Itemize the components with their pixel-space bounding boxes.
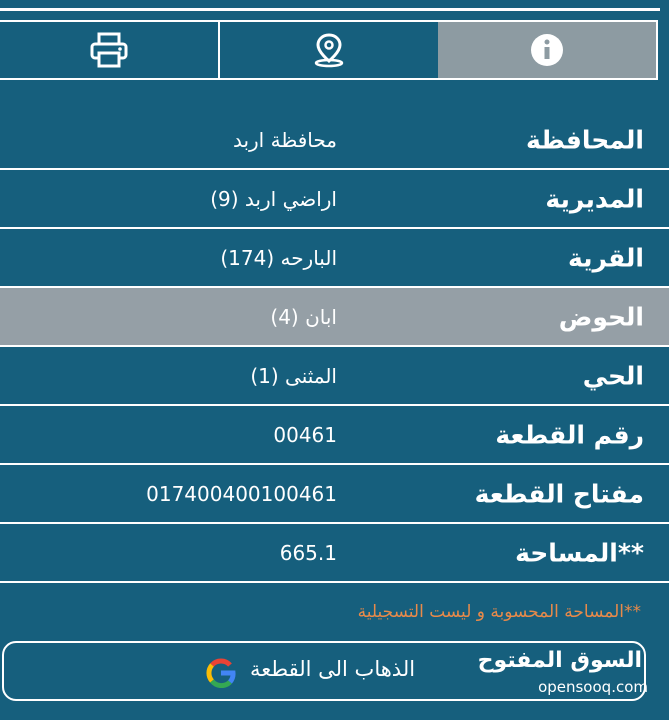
row-value: اراضي اربد (9) <box>210 186 337 211</box>
tab-info[interactable] <box>438 22 656 78</box>
watermark-english: opensooq.com <box>538 678 648 696</box>
tab-bar <box>0 20 658 80</box>
row-value: 00461 <box>273 422 337 447</box>
detail-row: المديرية اراضي اربد (9) <box>0 170 669 229</box>
detail-row: **المساحة 665.1 <box>0 524 669 583</box>
tab-location[interactable] <box>220 22 438 78</box>
detail-row-highlighted: الحوض ابان (4) <box>0 288 669 347</box>
row-label: الحي <box>582 361 644 390</box>
row-label: المديرية <box>545 184 644 213</box>
map-pin-icon <box>311 32 347 68</box>
row-label: الحوض <box>558 302 644 331</box>
detail-row: القرية البارحه (174) <box>0 229 669 288</box>
row-value: 017400400100461 <box>146 481 337 506</box>
row-value: محافظة اربد <box>232 127 337 152</box>
detail-row: الحي المثنى (1) <box>0 347 669 406</box>
row-label: **المساحة <box>515 538 644 567</box>
go-to-parcel-label: الذهاب الى القطعة <box>250 657 416 681</box>
top-divider <box>0 8 660 11</box>
detail-row: رقم القطعة 00461 <box>0 406 669 465</box>
opensooq-watermark: السوق المفتوح opensooq.com <box>478 648 650 698</box>
row-value: 665.1 <box>279 540 337 565</box>
row-label: رقم القطعة <box>495 420 644 449</box>
watermark-arabic: السوق المفتوح <box>477 648 642 673</box>
row-value: ابان (4) <box>270 304 337 329</box>
area-footnote: **المساحة المحسوبة و ليست التسجيلية <box>357 602 641 622</box>
row-value: البارحه (174) <box>220 245 337 270</box>
printer-icon <box>89 32 129 68</box>
detail-row: مفتاح القطعة 017400400100461 <box>0 465 669 524</box>
google-icon <box>206 658 236 692</box>
row-label: المحافظة <box>525 125 644 154</box>
tab-print[interactable] <box>0 22 220 78</box>
row-value: المثنى (1) <box>250 363 337 388</box>
info-icon <box>529 32 565 68</box>
row-label: مفتاح القطعة <box>474 479 644 508</box>
row-label: القرية <box>567 243 644 272</box>
parcel-details: المحافظة محافظة اربد المديرية اراضي اربد… <box>0 111 669 583</box>
detail-row: المحافظة محافظة اربد <box>0 111 669 170</box>
